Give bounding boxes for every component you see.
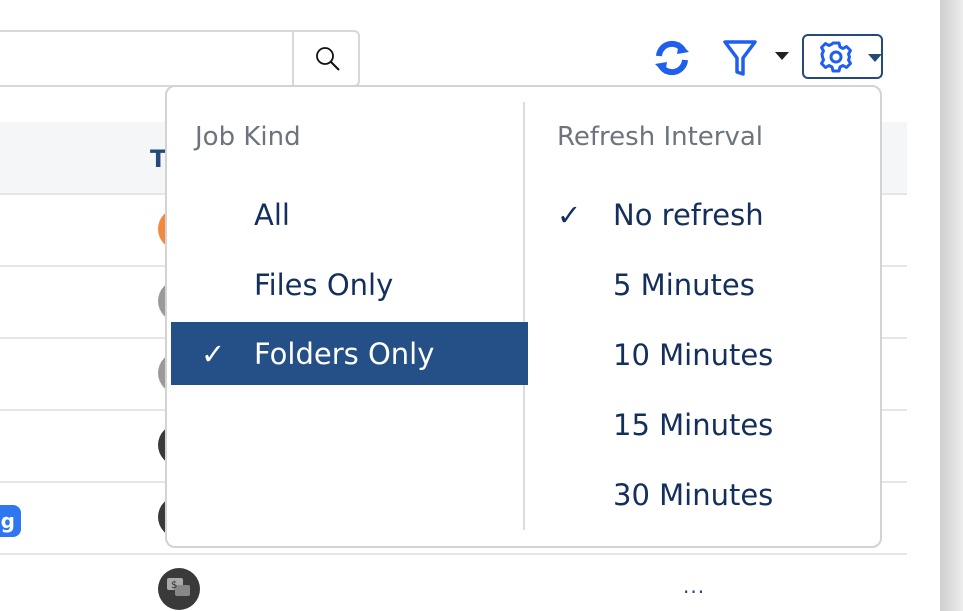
filter-button[interactable]: [720, 38, 760, 78]
settings-caret-icon: [868, 54, 882, 62]
job-kind-folders-only[interactable]: ✓ Folders Only: [171, 322, 528, 385]
column-header[interactable]: T: [150, 145, 166, 173]
item-label: Folders Only: [254, 336, 435, 371]
status-badge: g: [0, 505, 21, 537]
refresh-15-minutes[interactable]: 15 Minutes: [557, 393, 877, 456]
item-label: No refresh: [613, 197, 764, 232]
item-label: 15 Minutes: [613, 407, 774, 442]
job-kind-files-only[interactable]: Files Only: [171, 253, 528, 316]
row-divider: [0, 553, 907, 555]
chat-dollar-icon: $: [167, 578, 190, 596]
search-button[interactable]: [292, 30, 361, 87]
item-label: Files Only: [254, 267, 394, 302]
job-kind-list: All Files Only ✓ Folders Only: [171, 183, 528, 385]
settings-button[interactable]: [802, 34, 883, 79]
scrollbar[interactable]: [940, 0, 963, 611]
avatar: $: [158, 568, 200, 610]
refresh-interval-list: ✓ No refresh 5 Minutes 10 Minutes 15 Minu…: [557, 183, 877, 526]
item-label: 30 Minutes: [613, 477, 774, 512]
refresh-5-minutes[interactable]: 5 Minutes: [557, 253, 877, 316]
gear-icon: [819, 41, 852, 72]
refresh-button[interactable]: [650, 38, 694, 78]
svg-text:$: $: [171, 580, 177, 591]
refresh-interval-heading: Refresh Interval: [557, 122, 764, 152]
job-kind-heading: Job Kind: [195, 122, 301, 152]
refresh-10-minutes[interactable]: 10 Minutes: [557, 323, 877, 386]
check-icon: ✓: [201, 336, 226, 371]
filter-caret-icon[interactable]: [775, 52, 789, 60]
refresh-no-refresh[interactable]: ✓ No refresh: [557, 183, 877, 246]
refresh-icon: [655, 40, 689, 76]
refresh-30-minutes[interactable]: 30 Minutes: [557, 463, 877, 526]
check-icon: ✓: [557, 197, 582, 232]
item-label: All: [254, 197, 290, 232]
more-actions-button[interactable]: ...: [683, 574, 705, 598]
item-label: 5 Minutes: [613, 267, 755, 302]
search-icon: [315, 46, 340, 71]
job-kind-all[interactable]: All: [171, 183, 528, 246]
filter-icon: [723, 40, 757, 76]
item-label: 10 Minutes: [613, 337, 774, 372]
